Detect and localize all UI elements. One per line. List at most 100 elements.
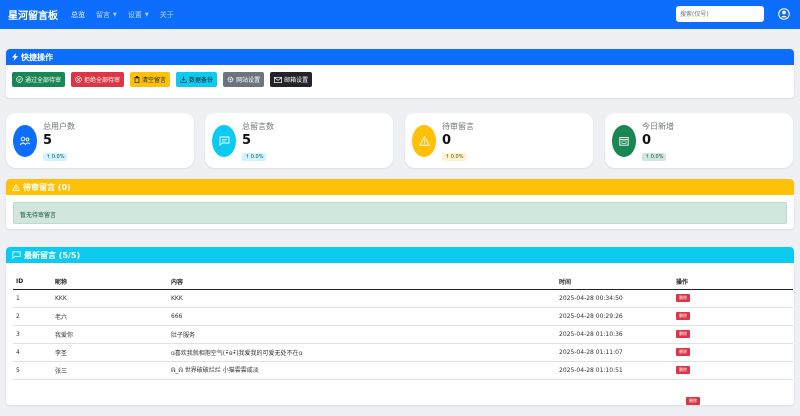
cell-nickname: 李圣: [52, 343, 168, 362]
stat-value: 0: [442, 133, 452, 148]
check-circle-icon: [16, 76, 23, 83]
cell-actions: 删除: [673, 361, 793, 380]
cell-content: 肚子服务: [168, 325, 556, 344]
cell-time: 2025-04-28 00:34:50: [556, 289, 673, 308]
stat-label: 待审留言: [442, 122, 474, 131]
cell-actions: 删除: [673, 289, 793, 308]
cell-nickname: 我爱你: [52, 325, 168, 344]
stat-card-pending: 待审留言 0 ↑ 0.0%: [405, 113, 593, 168]
cell-id: 5: [13, 361, 52, 380]
nav-item-overview[interactable]: 总览: [71, 10, 85, 20]
stat-value: 0: [642, 133, 652, 148]
column-header-id: ID: [13, 274, 52, 290]
warning-icon: [12, 183, 20, 191]
site-settings-button[interactable]: 网站设置: [223, 72, 265, 87]
search-input[interactable]: [676, 6, 764, 22]
stat-badge: ↑ 0.0%: [442, 153, 467, 161]
clear-messages-button[interactable]: 清空留言: [130, 72, 171, 87]
column-header-content: 内容: [168, 274, 556, 290]
cell-time: 2025-04-28 01:11:07: [556, 343, 673, 362]
column-header-time: 时间: [556, 274, 673, 290]
pending-messages-header: 待审留言 (0): [6, 179, 794, 195]
cell-content: 666: [168, 307, 556, 326]
nav-menu: 总览 留言 ▼ 设置 ▼ 关于: [71, 10, 185, 20]
stat-icon-circle: [212, 125, 236, 157]
chat-icon: [219, 136, 229, 146]
pending-messages-title: 待审留言 (0): [23, 182, 71, 192]
floating-delete-button[interactable]: 删除: [686, 397, 700, 405]
chevron-down-icon: ▼: [113, 11, 117, 18]
cell-actions: 删除: [673, 325, 793, 344]
cell-content: KKK: [168, 289, 556, 308]
messages-table: ID 昵称 内容 时间 操作 1 KKK KKK 2025-04-28 00:3…: [13, 274, 793, 380]
chat-icon: [12, 251, 21, 259]
cell-time: 2025-04-28 00:29:26: [556, 307, 673, 326]
column-header-nickname: 昵称: [52, 274, 168, 290]
stat-icon-circle: [13, 125, 37, 157]
table-row: 4 李圣 ɑ喜欢我就相抱空气(•᷄ɞ•᷅)我爱我的可爱无处不在ɑ 2025-04…: [13, 343, 793, 362]
download-icon: [180, 76, 187, 83]
delete-button[interactable]: 删除: [676, 330, 690, 338]
column-header-actions: 操作: [673, 274, 793, 290]
quick-actions-card: 快捷操作 通过全部待审 拒绝全部待审 清空留言 数据备份 网站设置 邮箱设置: [6, 49, 794, 98]
cell-id: 2: [13, 307, 52, 326]
nav-item-about[interactable]: 关于: [160, 10, 174, 20]
stat-card-today: 今日新增 0 ↑ 0.0%: [605, 113, 793, 168]
cell-nickname: 老六: [52, 307, 168, 326]
stat-badge: ↑ 0.0%: [43, 153, 68, 161]
quick-actions-header: 快捷操作: [6, 49, 794, 65]
stat-icon-circle: [412, 125, 436, 157]
cell-time: 2025-04-28 01:10:36: [556, 325, 673, 344]
empty-pending-alert: 暂无待审留言: [13, 202, 787, 224]
delete-button[interactable]: 删除: [676, 348, 690, 356]
latest-messages-header: 最新留言 (5/5): [6, 247, 794, 263]
pending-messages-card: 待审留言 (0) 暂无待审留言: [6, 179, 794, 229]
reject-all-button[interactable]: 拒绝全部待审: [71, 72, 125, 87]
table-row: 2 老六 666 2025-04-28 00:29:26 删除: [13, 307, 793, 326]
stat-label: 总留言数: [242, 122, 274, 131]
approve-all-button[interactable]: 通过全部待审: [12, 72, 66, 87]
cell-id: 4: [13, 343, 52, 362]
x-circle-icon: [75, 76, 82, 83]
nav-item-settings[interactable]: 设置 ▼: [128, 10, 149, 20]
data-backup-button[interactable]: 数据备份: [176, 72, 218, 87]
table-row: 1 KKK KKK 2025-04-28 00:34:50 删除: [13, 289, 793, 308]
delete-button[interactable]: 删除: [676, 366, 690, 374]
latest-messages-card: 最新留言 (5/5) ID 昵称 内容 时间 操作 1 KKK KKK 2025…: [6, 247, 794, 405]
latest-messages-title: 最新留言 (5/5): [24, 250, 81, 260]
delete-button[interactable]: 删除: [676, 312, 690, 320]
stat-icon-circle: [612, 125, 636, 157]
cell-content: ᕱ_ᕱ 世界破破烂烂 小猫雲雲咸淡: [168, 361, 556, 380]
cell-id: 1: [13, 289, 52, 308]
stat-badge: ↑ 0.0%: [642, 153, 667, 161]
person-circle-icon[interactable]: [778, 8, 790, 20]
nav-item-messages[interactable]: 留言 ▼: [96, 10, 117, 20]
cell-id: 3: [13, 325, 52, 344]
chevron-down-icon: ▼: [144, 11, 149, 18]
gear-icon: [227, 76, 234, 83]
table-row: 5 张三 ᕱ_ᕱ 世界破破烂烂 小猫雲雲咸淡 2025-04-28 01:10:…: [13, 361, 793, 380]
email-settings-button[interactable]: 邮箱设置: [270, 72, 313, 87]
warning-icon: [418, 136, 430, 146]
quick-actions-title: 快捷操作: [21, 52, 53, 62]
trash-icon: [134, 76, 140, 83]
quick-actions-buttons: 通过全部待审 拒绝全部待审 清空留言 数据备份 网站设置 邮箱设置: [6, 65, 794, 87]
table-header-row: ID 昵称 内容 时间 操作: [13, 274, 793, 290]
calendar-icon: [619, 137, 629, 146]
stat-value: 5: [242, 133, 252, 148]
cell-actions: 删除: [673, 343, 793, 362]
stat-card-messages: 总留言数 5 ↑ 0.0%: [205, 113, 393, 168]
cell-content: ɑ喜欢我就相抱空气(•᷄ɞ•᷅)我爱我的可爱无处不在ɑ: [168, 343, 556, 362]
envelope-icon: [274, 76, 283, 83]
delete-button[interactable]: 删除: [676, 294, 690, 302]
brand-logo[interactable]: 星河留言板: [8, 7, 58, 22]
cell-time: 2025-04-28 01:10:51: [556, 361, 673, 380]
navbar: 星河留言板 总览 留言 ▼ 设置 ▼ 关于: [0, 0, 800, 29]
stat-label: 今日新增: [642, 122, 674, 131]
lightning-icon: [12, 53, 18, 61]
stat-value: 5: [43, 133, 53, 148]
stat-badge: ↑ 0.0%: [242, 153, 267, 161]
cell-nickname: 张三: [52, 361, 168, 380]
table-row: 3 我爱你 肚子服务 2025-04-28 01:10:36 删除: [13, 325, 793, 344]
cell-actions: 删除: [673, 307, 793, 326]
